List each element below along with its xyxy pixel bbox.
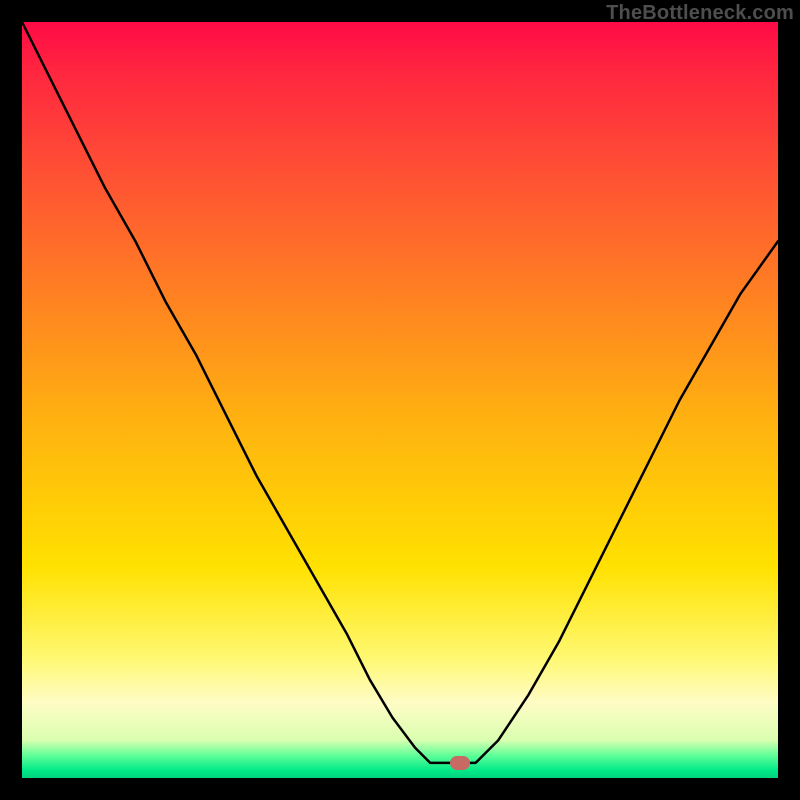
bottleneck-curve [22,22,778,778]
attribution-text: TheBottleneck.com [606,2,794,25]
plot-area [22,22,778,778]
optimum-marker [450,756,470,770]
chart-frame: TheBottleneck.com [0,0,800,800]
curve-path [22,22,778,763]
